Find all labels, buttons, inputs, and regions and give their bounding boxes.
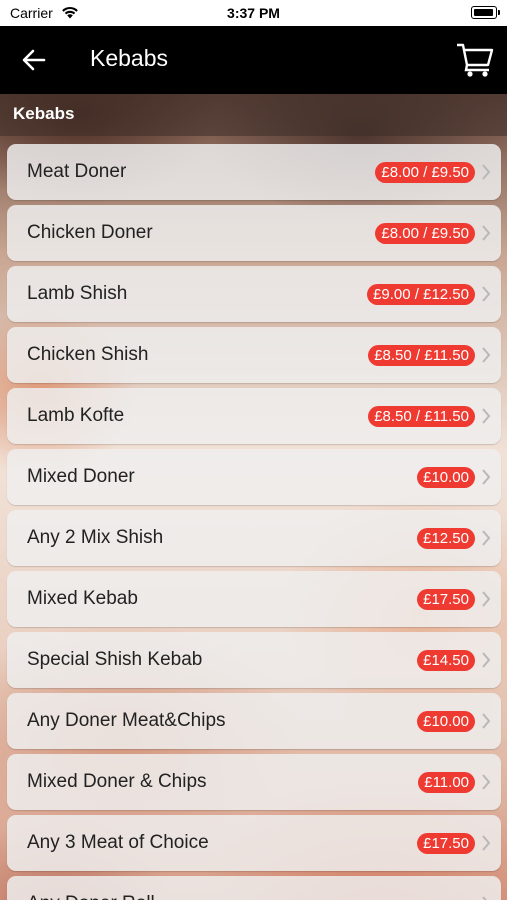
price-badge: £10.00: [417, 467, 475, 488]
price-badge: £10.00: [417, 711, 475, 732]
chevron-right-icon: [482, 164, 491, 180]
menu-item-row[interactable]: Any 3 Meat of Choice £17.50: [7, 815, 501, 871]
menu-item-name: Mixed Kebab: [27, 588, 138, 609]
chevron-right-icon: [482, 347, 491, 363]
navigation-bar: Kebabs: [0, 26, 507, 94]
menu-item-name: Mixed Doner: [27, 466, 135, 487]
menu-item-name: Any 3 Meat of Choice: [27, 832, 209, 853]
chevron-right-icon: [482, 469, 491, 485]
chevron-right-icon: [482, 530, 491, 546]
menu-item-row[interactable]: Lamb Shish £9.00 / £12.50: [7, 266, 501, 322]
menu-item-row[interactable]: Any 2 Mix Shish £12.50: [7, 510, 501, 566]
menu-item-row[interactable]: Lamb Kofte £8.50 / £11.50: [7, 388, 501, 444]
menu-item-row[interactable]: Any Doner Roll: [7, 876, 501, 900]
menu-item-row[interactable]: Mixed Doner & Chips £11.00: [7, 754, 501, 810]
menu-item-row[interactable]: Chicken Shish £8.50 / £11.50: [7, 327, 501, 383]
chevron-right-icon: [482, 286, 491, 302]
price-badge: £8.00 / £9.50: [375, 223, 475, 244]
menu-item-name: Mixed Doner & Chips: [27, 771, 207, 792]
chevron-right-icon: [482, 225, 491, 241]
menu-item-row[interactable]: Special Shish Kebab £14.50: [7, 632, 501, 688]
page-title: Kebabs: [90, 45, 169, 71]
price-badge: £12.50: [417, 528, 475, 549]
menu-item-name: Meat Doner: [27, 161, 127, 182]
section-title: Kebabs: [13, 104, 75, 123]
chevron-right-icon: [482, 896, 487, 900]
menu-item-name: Chicken Doner: [27, 222, 153, 243]
battery-icon: [471, 6, 500, 19]
chevron-right-icon: [482, 835, 491, 851]
cart-icon[interactable]: [455, 40, 495, 78]
section-header: Kebabs: [0, 94, 507, 136]
menu-item-name: Special Shish Kebab: [27, 649, 203, 670]
chevron-right-icon: [482, 652, 491, 668]
price-badge: £8.50 / £11.50: [368, 406, 475, 427]
menu-item-row[interactable]: Mixed Kebab £17.50: [7, 571, 501, 627]
chevron-right-icon: [482, 774, 491, 790]
price-badge: £8.50 / £11.50: [368, 345, 475, 366]
price-badge: £8.00 / £9.50: [375, 162, 475, 183]
menu-item-row[interactable]: Any Doner Meat&Chips £10.00: [7, 693, 501, 749]
menu-item-row[interactable]: Meat Doner £8.00 / £9.50: [7, 144, 501, 200]
menu-item-name: Any 2 Mix Shish: [27, 527, 164, 548]
menu-item-row[interactable]: Chicken Doner £8.00 / £9.50: [7, 205, 501, 261]
back-arrow-icon[interactable]: [20, 46, 48, 74]
price-badge: £14.50: [417, 650, 475, 671]
price-badge: £9.00 / £12.50: [367, 284, 475, 305]
menu-item-name: Chicken Shish: [27, 344, 149, 365]
price-badge: £11.00: [418, 772, 475, 793]
status-bar: Carrier 3:37 PM: [0, 0, 507, 26]
status-time: 3:37 PM: [227, 5, 280, 21]
menu-item-row[interactable]: Mixed Doner £10.00: [7, 449, 501, 505]
menu-item-name: Lamb Kofte: [27, 405, 125, 426]
price-badge: £17.50: [417, 589, 475, 610]
chevron-right-icon: [482, 408, 491, 424]
menu-item-name: Any Doner Meat&Chips: [27, 710, 226, 731]
menu-item-name: Lamb Shish: [27, 283, 128, 304]
chevron-right-icon: [482, 713, 491, 729]
menu-item-name: Any Doner Roll: [27, 893, 155, 900]
chevron-right-icon: [482, 591, 491, 607]
price-badge: £17.50: [417, 833, 475, 854]
